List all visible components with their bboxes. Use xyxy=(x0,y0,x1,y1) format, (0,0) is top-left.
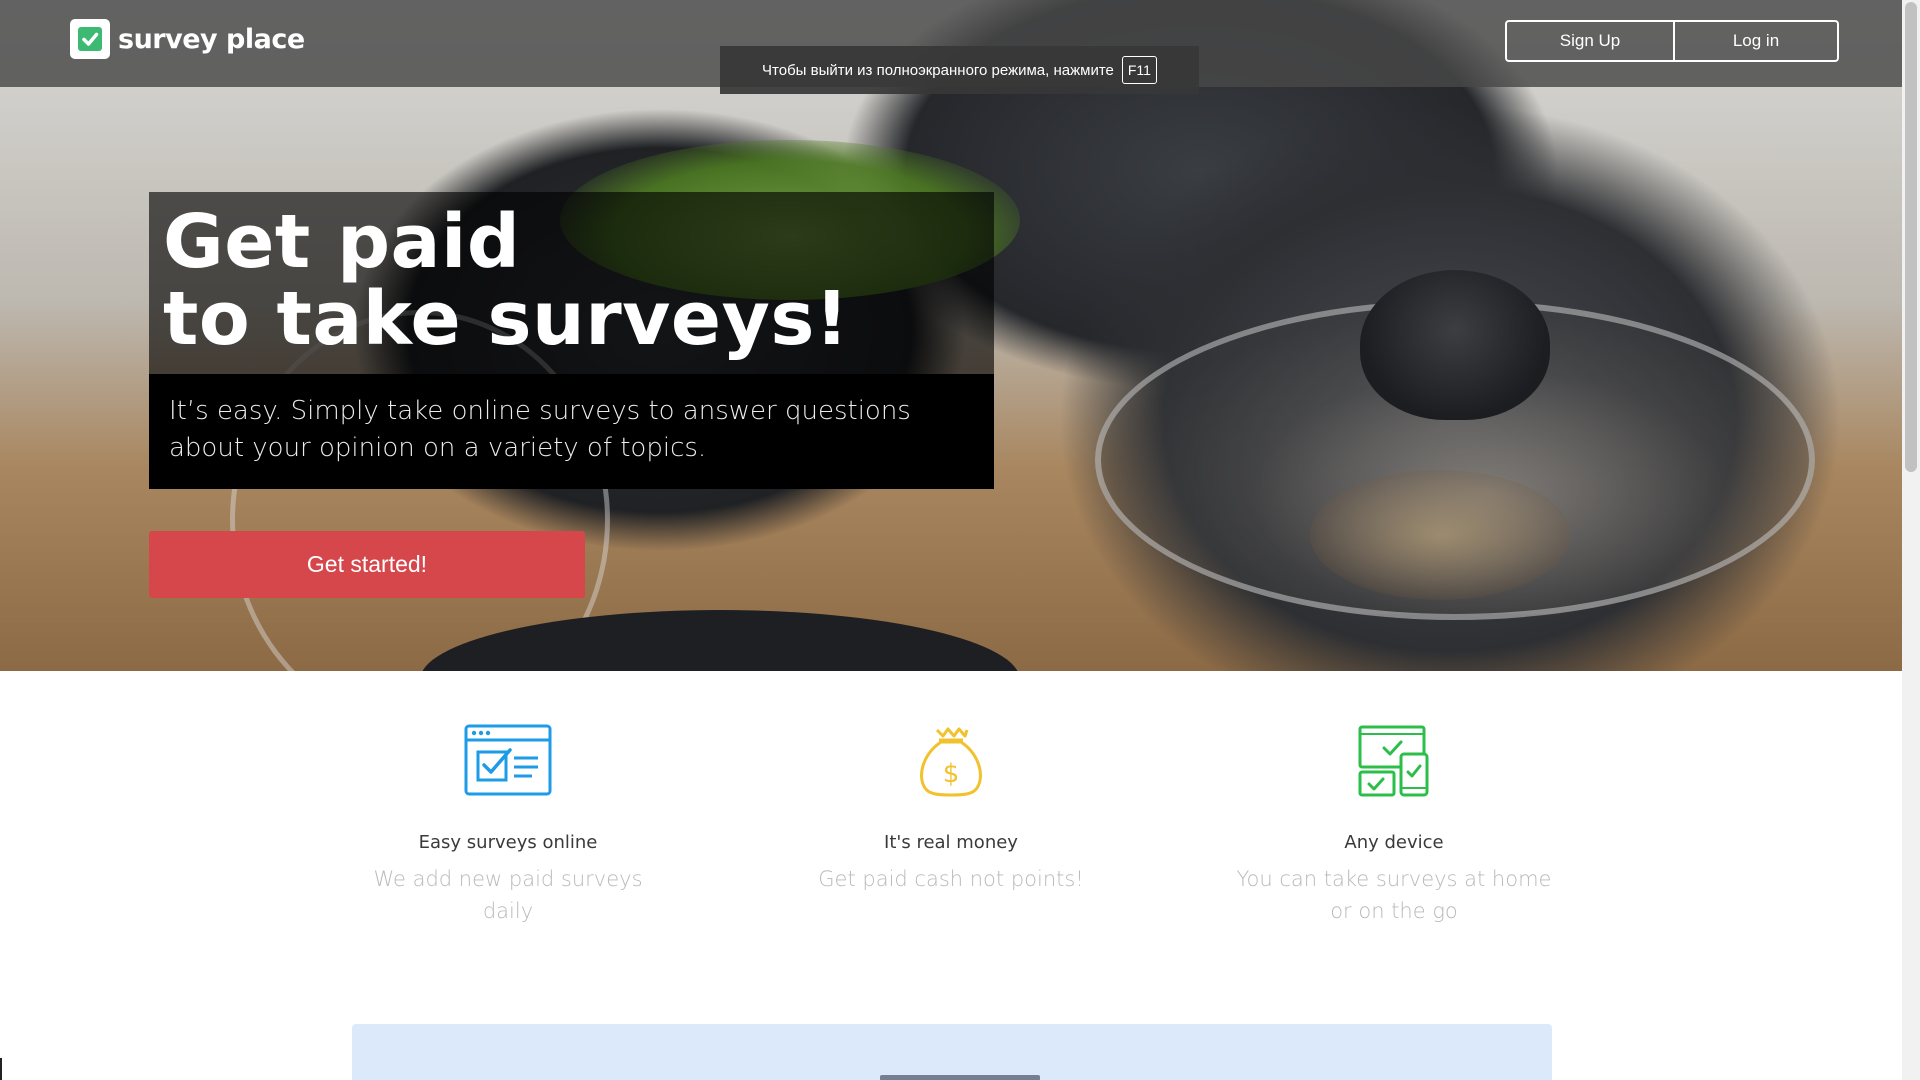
svg-text:$: $ xyxy=(943,759,960,789)
money-bag-icon: $ xyxy=(791,724,1111,802)
feature-real-money: $ It's real money Get paid cash not poin… xyxy=(791,724,1111,895)
fullscreen-key-badge: F11 xyxy=(1121,56,1157,84)
feature-title: Any device xyxy=(1344,832,1444,853)
logo[interactable]: survey place xyxy=(70,19,305,59)
hero-subtext: It’s easy. Simply take online surveys to… xyxy=(169,396,911,463)
auth-buttons: Sign Up Log in xyxy=(1505,20,1839,62)
sign-up-button[interactable]: Sign Up xyxy=(1505,20,1675,62)
logo-text: survey place xyxy=(118,23,305,55)
info-panel xyxy=(352,1024,1552,1080)
feature-title: Easy surveys online xyxy=(418,832,598,853)
fullscreen-notice-text: Чтобы выйти из полноэкранного режима, на… xyxy=(762,61,1114,79)
browser-checklist-icon xyxy=(348,724,668,802)
checkbox-logo-icon xyxy=(70,19,110,59)
feature-description: You can take surveys at home or on the g… xyxy=(1236,867,1552,923)
feature-title: It's real money xyxy=(884,832,1018,853)
fullscreen-notice: Чтобы выйти из полноэкранного режима, на… xyxy=(720,46,1199,94)
hero-headline-line1: Get paid xyxy=(163,199,521,285)
hero-headline-line2: to take surveys! xyxy=(163,276,850,362)
feature-description: We add new paid surveys daily xyxy=(373,867,643,923)
hero-headline: Get paid to take surveys! xyxy=(163,204,849,358)
feature-any-device: Any device You can take surveys at home … xyxy=(1234,724,1554,927)
text-cursor xyxy=(0,1058,2,1080)
feature-description: Get paid cash not points! xyxy=(818,867,1084,891)
info-panel-heading-fragment xyxy=(880,1075,1040,1080)
hero-photo-lid-knob xyxy=(1360,270,1550,420)
multi-device-icon xyxy=(1234,724,1554,802)
hero-photo-food xyxy=(1310,470,1570,600)
scrollbar-thumb[interactable] xyxy=(1905,2,1917,472)
log-in-button[interactable]: Log in xyxy=(1675,20,1839,62)
page-scrollbar[interactable] xyxy=(1902,0,1920,1080)
feature-easy-surveys: Easy surveys online We add new paid surv… xyxy=(348,724,668,927)
get-started-button[interactable]: Get started! xyxy=(149,531,585,598)
